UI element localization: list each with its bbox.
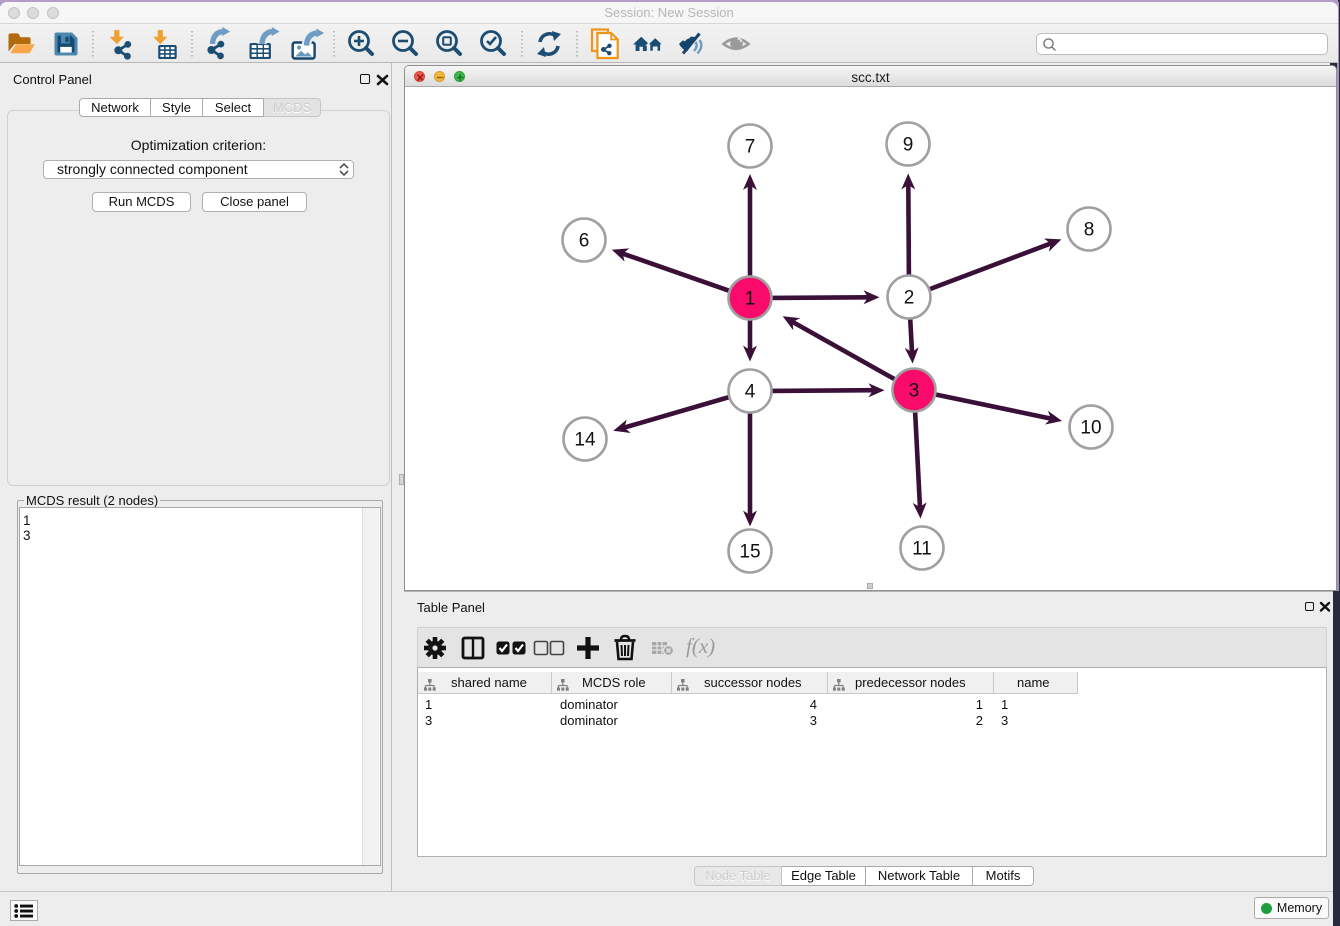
svg-text:6: 6 xyxy=(579,231,590,252)
svg-text:9: 9 xyxy=(903,135,914,156)
svg-text:10: 10 xyxy=(1080,418,1101,439)
svg-text:1: 1 xyxy=(745,289,756,310)
svg-text:14: 14 xyxy=(574,430,596,451)
svg-text:15: 15 xyxy=(739,542,760,563)
svg-text:4: 4 xyxy=(745,382,756,403)
svg-text:11: 11 xyxy=(912,539,932,560)
svg-text:2: 2 xyxy=(904,288,915,309)
svg-text:8: 8 xyxy=(1084,220,1095,241)
svg-text:7: 7 xyxy=(745,137,756,158)
svg-text:3: 3 xyxy=(909,381,920,402)
